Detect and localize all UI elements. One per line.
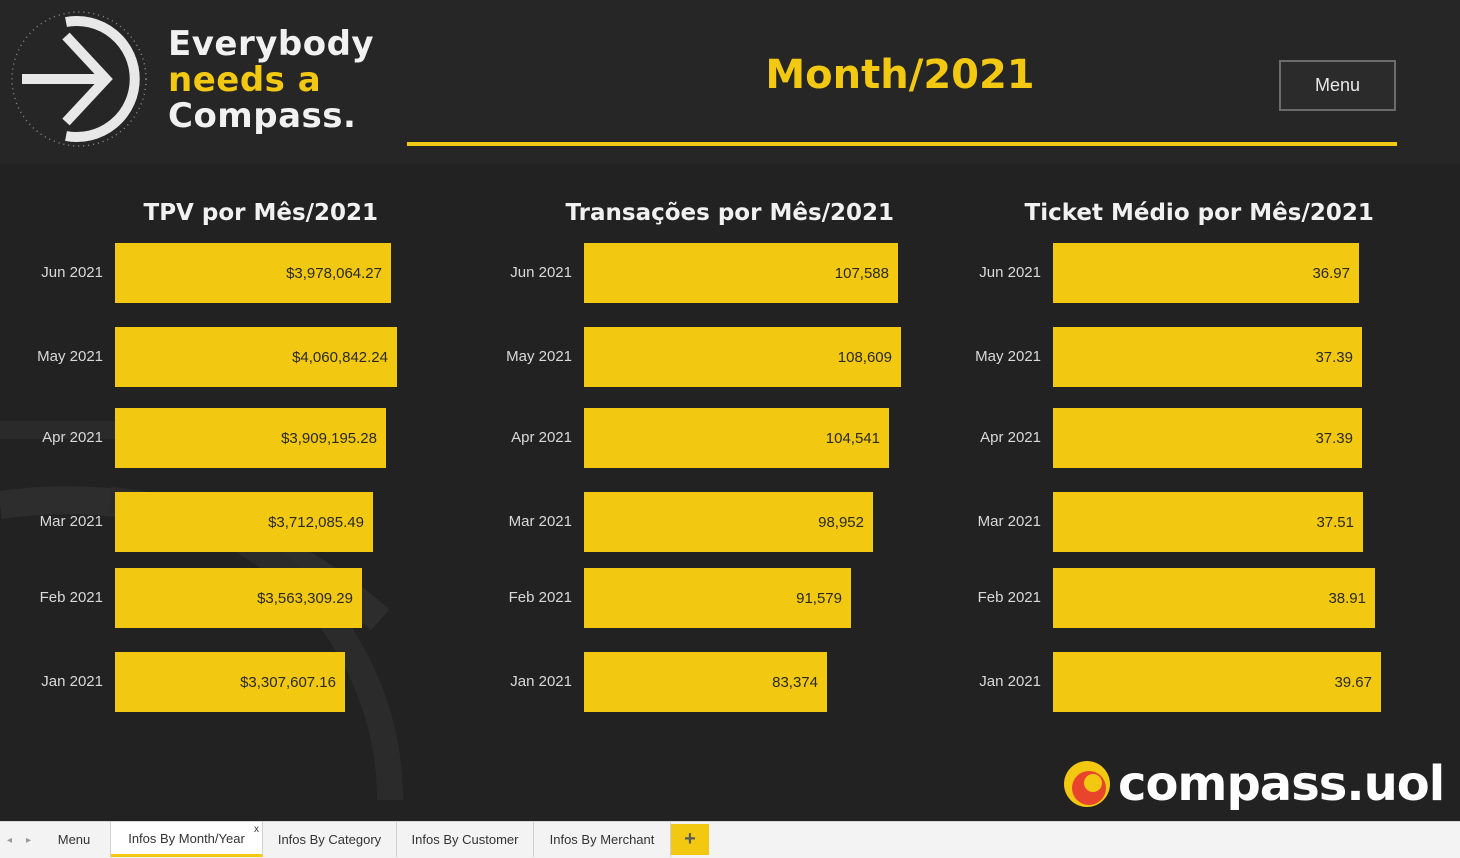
compass-uol-logo-icon: [1064, 761, 1110, 807]
data-label: 39.67: [1334, 674, 1372, 691]
bar-tpv[interactable]: $3,978,064.27: [115, 243, 391, 303]
category-label: Jun 2021: [41, 264, 103, 281]
bar-ticket-medio[interactable]: 39.67: [1053, 652, 1381, 712]
tab-label: Infos By Month/Year: [128, 830, 245, 846]
category-label: Apr 2021: [511, 429, 572, 446]
category-label: May 2021: [975, 348, 1041, 365]
data-label: 37.39: [1315, 430, 1353, 447]
category-label: Feb 2021: [39, 589, 103, 606]
bar-tpv[interactable]: $3,909,195.28: [115, 408, 386, 468]
category-label: Mar 2021: [39, 513, 103, 530]
tab-prev-arrow-icon[interactable]: ◂: [7, 835, 12, 846]
tab-infos-by-customer[interactable]: Infos By Customer: [397, 822, 534, 857]
page-tab-bar: ◂ ▸ Menu Infos By Month/Year x Infos By …: [0, 821, 1460, 858]
data-label: 83,374: [772, 674, 818, 691]
data-label: 37.39: [1315, 349, 1353, 366]
slogan-line-1: Everybody: [168, 24, 375, 64]
tab-infos-by-month-year[interactable]: Infos By Month/Year x: [111, 822, 263, 857]
category-label: Apr 2021: [980, 429, 1041, 446]
data-label: $4,060,842.24: [292, 349, 388, 366]
bar-ticket-medio[interactable]: 37.39: [1053, 408, 1362, 468]
bar-tpv[interactable]: $3,563,309.29: [115, 568, 362, 628]
bar-transacoes[interactable]: 98,952: [584, 492, 873, 552]
bar-transacoes[interactable]: 104,541: [584, 408, 889, 468]
bar-transacoes[interactable]: 83,374: [584, 652, 827, 712]
tab-menu[interactable]: Menu: [38, 822, 111, 857]
category-label: Feb 2021: [508, 589, 572, 606]
category-label: Jan 2021: [510, 673, 572, 690]
bar-ticket-medio[interactable]: 37.51: [1053, 492, 1363, 552]
report-canvas: Everybody needs a Compass. Month/2021 Me…: [0, 0, 1460, 821]
slogan-line-3: Compass.: [168, 96, 357, 136]
bar-ticket-medio[interactable]: 37.39: [1053, 327, 1362, 387]
bar-tpv[interactable]: $3,712,085.49: [115, 492, 373, 552]
category-label: Mar 2021: [508, 513, 572, 530]
title-underline: [407, 142, 1397, 146]
tab-infos-by-category[interactable]: Infos By Category: [263, 822, 397, 857]
data-label: $3,909,195.28: [281, 430, 377, 447]
category-label: Apr 2021: [42, 429, 103, 446]
category-label: Jun 2021: [510, 264, 572, 281]
compass-uol-brand: compass.uol: [1062, 756, 1445, 812]
category-label: Jan 2021: [979, 673, 1041, 690]
category-label: May 2021: [506, 348, 572, 365]
menu-button[interactable]: Menu: [1279, 60, 1396, 111]
tab-nav-arrows: ◂ ▸: [0, 822, 38, 858]
chart-title-ticket-medio: Ticket Médio por Mês/2021: [1024, 200, 1374, 226]
tab-label: Infos By Merchant: [549, 832, 655, 847]
bar-tpv[interactable]: $4,060,842.24: [115, 327, 397, 387]
bar-ticket-medio[interactable]: 36.97: [1053, 243, 1359, 303]
data-label: 37.51: [1316, 514, 1354, 531]
data-label: 108,609: [837, 349, 892, 366]
brand-logo-text: compass.uol: [1118, 756, 1445, 812]
tab-label: Infos By Category: [277, 832, 382, 847]
data-label: 38.91: [1328, 590, 1366, 607]
bar-transacoes[interactable]: 91,579: [584, 568, 851, 628]
slogan: Everybody needs a Compass.: [168, 26, 374, 134]
page-title: Month/2021: [765, 52, 1035, 98]
category-label: Mar 2021: [977, 513, 1041, 530]
category-label: Jan 2021: [41, 673, 103, 690]
bar-transacoes[interactable]: 107,588: [584, 243, 898, 303]
data-label: $3,563,309.29: [257, 590, 353, 607]
compass-arrow-logo-icon: [11, 11, 147, 147]
data-label: $3,712,085.49: [268, 514, 364, 531]
tab-close-icon[interactable]: x: [254, 824, 259, 835]
bar-tpv[interactable]: $3,307,607.16: [115, 652, 345, 712]
add-page-button[interactable]: +: [671, 824, 709, 855]
data-label: $3,978,064.27: [286, 265, 382, 282]
chart-title-transacoes: Transações por Mês/2021: [565, 200, 895, 226]
chart-title-tpv: TPV por Mês/2021: [143, 200, 379, 226]
data-label: 98,952: [818, 514, 864, 531]
data-label: 36.97: [1312, 265, 1350, 282]
data-label: 91,579: [796, 590, 842, 607]
category-label: Feb 2021: [977, 589, 1041, 606]
data-label: 104,541: [825, 430, 880, 447]
category-label: May 2021: [37, 348, 103, 365]
tab-label: Infos By Customer: [411, 832, 519, 847]
bar-ticket-medio[interactable]: 38.91: [1053, 568, 1375, 628]
data-label: 107,588: [834, 265, 889, 282]
category-label: Jun 2021: [979, 264, 1041, 281]
data-label: $3,307,607.16: [240, 674, 336, 691]
tab-infos-by-merchant[interactable]: Infos By Merchant: [534, 822, 671, 857]
tab-label: Menu: [57, 832, 91, 847]
bar-transacoes[interactable]: 108,609: [584, 327, 901, 387]
tab-next-arrow-icon[interactable]: ▸: [26, 835, 31, 846]
slogan-line-2: needs a: [168, 60, 322, 100]
